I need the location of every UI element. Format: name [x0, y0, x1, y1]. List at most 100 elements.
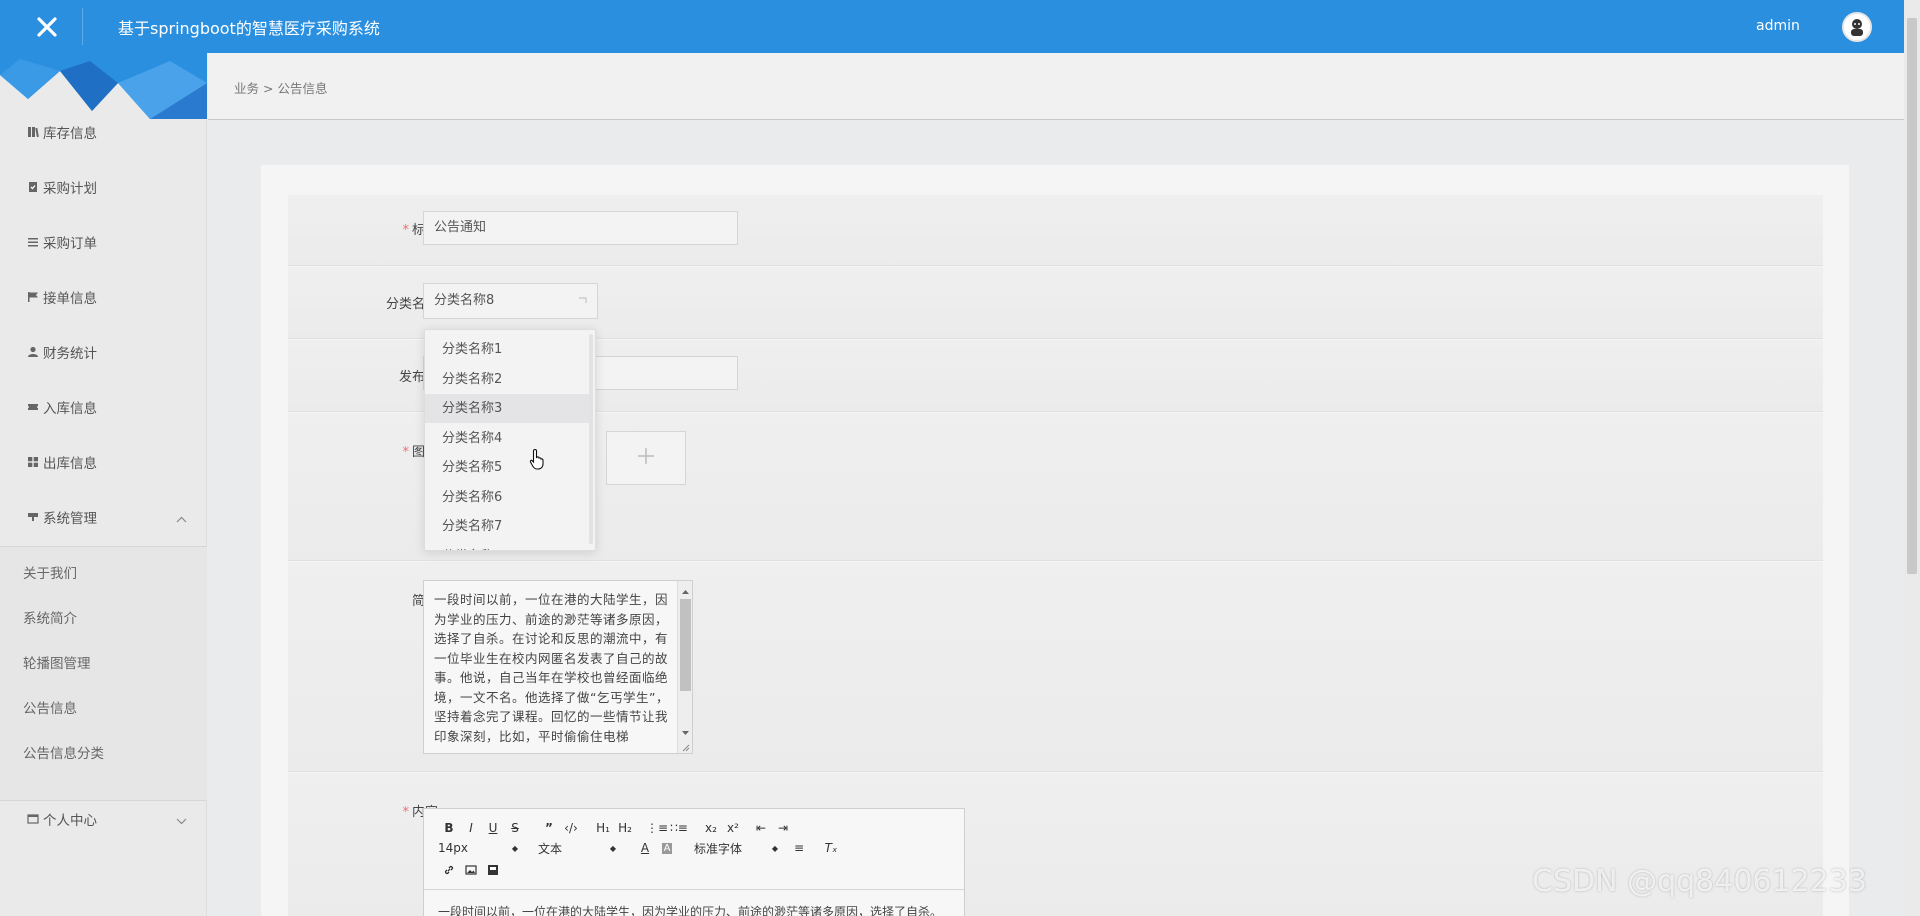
header-divider: [82, 8, 83, 45]
scroll-up-icon[interactable]: [681, 584, 690, 599]
dropdown-scrollbar[interactable]: [589, 334, 593, 544]
clipboard-icon: [26, 181, 39, 194]
link-icon[interactable]: [438, 861, 460, 879]
dropdown-option[interactable]: 分类名称6: [425, 483, 589, 512]
title-input[interactable]: 公告通知: [423, 211, 738, 245]
intro-label: 简介: [288, 590, 438, 609]
sidebar-item-label: 出库信息: [43, 456, 97, 472]
breadcrumb-parent[interactable]: 业务: [234, 81, 259, 96]
grid-icon: [26, 456, 39, 469]
sidebar-item-purchase-order[interactable]: 采购订单: [0, 224, 207, 260]
ticket-icon: [26, 401, 39, 414]
textarea-scroll-thumb[interactable]: [680, 599, 691, 691]
sidebar-item-system-admin[interactable]: 系统管理: [0, 499, 207, 535]
list-icon: [26, 236, 39, 249]
quote-icon[interactable]: ”: [538, 819, 560, 837]
sub-item-about-us[interactable]: 关于我们: [23, 559, 77, 589]
outdent-icon[interactable]: ⇤: [750, 819, 772, 837]
breadcrumb-separator: >: [263, 81, 274, 96]
category-select-value: 分类名称8: [434, 293, 495, 308]
sidebar-item-label: 个人中心: [43, 813, 97, 829]
avatar-icon: [1851, 19, 1863, 36]
user-name[interactable]: admin: [1756, 18, 1800, 34]
close-icon[interactable]: [28, 8, 66, 46]
sidebar-item-stock-in[interactable]: 入库信息: [0, 389, 207, 425]
sub-item-system-intro[interactable]: 系统简介: [23, 604, 77, 634]
textarea-scrollbar[interactable]: [677, 581, 692, 753]
image-upload-button[interactable]: [606, 431, 686, 485]
sidebar-item-stock-out[interactable]: 出库信息: [0, 444, 207, 480]
h1-icon[interactable]: H₁: [592, 819, 614, 837]
sub-item-announcement[interactable]: 公告信息: [23, 694, 77, 724]
sidebar-item-order-receipt[interactable]: 接单信息: [0, 279, 207, 315]
page-scrollbar[interactable]: [1904, 0, 1920, 916]
publisher-label: 发布人: [398, 370, 438, 385]
system-admin-submenu: 关于我们 系统简介 轮播图管理 公告信息 公告信息分类: [0, 546, 207, 801]
plus-icon: [636, 443, 656, 473]
category-label: 分类名称: [385, 297, 438, 312]
title-label: *标题: [402, 223, 438, 238]
id-card-icon: [26, 813, 39, 826]
flag-icon: [26, 291, 39, 304]
dropdown-option[interactable]: 分类名称7: [425, 512, 589, 541]
hand-cursor-icon: [529, 448, 547, 474]
intro-textarea[interactable]: 一段时间以前，一位在港的大陆学生，因为学业的压力、前途的渺茫等诸多原因，选择了自…: [423, 580, 693, 754]
category-dropdown: 分类名称1分类名称2分类名称3分类名称4分类名称5分类名称6分类名称7分类名称8: [424, 329, 596, 551]
editor-toolbar-row-2: 14px ◆ 文本 ◆ A A 标准字体 ◆ ≡ Tₓ: [438, 839, 842, 857]
resize-handle-icon[interactable]: [680, 741, 690, 753]
bullet-list-icon[interactable]: ∷≡: [668, 819, 690, 837]
avatar[interactable]: [1842, 12, 1872, 42]
bold-icon[interactable]: B: [438, 819, 460, 837]
form-row-title: *标题 公告通知: [288, 195, 1823, 266]
content-label: *内容: [402, 805, 438, 820]
font-color-icon[interactable]: A: [634, 839, 656, 857]
top-bar: 基于springboot的智慧医疗采购系统 admin: [0, 0, 1920, 53]
chevron-up-icon: [176, 511, 187, 527]
dropdown-option[interactable]: 分类名称1: [425, 335, 589, 364]
video-icon[interactable]: [482, 861, 504, 879]
sidebar-item-inventory[interactable]: 库存信息: [0, 114, 207, 150]
subscript-icon[interactable]: x₂: [700, 819, 722, 837]
sub-item-announcement-category[interactable]: 公告信息分类: [23, 739, 104, 769]
breadcrumb-bar: 业务 > 公告信息: [208, 53, 1920, 120]
editor-content-text[interactable]: 一段时间以前，一位在港的大陆学生，因为学业的压力、前途的渺茫等诸多原因，选择了自…: [438, 903, 942, 916]
sidebar-item-label: 财务统计: [43, 346, 97, 362]
font-family-select[interactable]: 标准字体 ◆: [694, 840, 778, 857]
dropdown-option[interactable]: 分类名称4: [425, 424, 589, 453]
sidebar-item-purchase-plan[interactable]: 采购计划: [0, 169, 207, 205]
sub-item-carousel[interactable]: 轮播图管理: [23, 649, 91, 679]
dropdown-option[interactable]: 分类名称2: [425, 365, 589, 394]
sidebar-item-label: 入库信息: [43, 401, 97, 417]
background-color-icon[interactable]: A: [656, 839, 678, 857]
watermark: CSDN @qq840612233: [1532, 864, 1867, 899]
category-select[interactable]: 分类名称8: [423, 283, 598, 319]
align-icon[interactable]: ≡: [788, 839, 810, 857]
page-scroll-thumb[interactable]: [1907, 18, 1917, 574]
dropdown-option[interactable]: 分类名称3: [425, 394, 589, 423]
clear-format-icon[interactable]: Tₓ: [820, 839, 842, 857]
italic-icon[interactable]: I: [460, 819, 482, 837]
app-title: 基于springboot的智慧医疗采购系统: [118, 19, 380, 38]
sidebar-banner: [0, 53, 207, 119]
font-size-select[interactable]: 14px ◆: [438, 841, 518, 855]
sidebar-item-personal-center[interactable]: 个人中心: [0, 801, 207, 837]
h2-icon[interactable]: H₂: [614, 819, 636, 837]
intro-text: 一段时间以前，一位在港的大陆学生，因为学业的压力、前途的渺茫等诸多原因，选择了自…: [434, 592, 669, 744]
indent-icon[interactable]: ⇥: [772, 819, 794, 837]
ordered-list-icon[interactable]: ⋮≡: [646, 819, 668, 837]
select-arrow-icon: [578, 284, 587, 318]
scroll-down-icon[interactable]: [681, 725, 690, 740]
underline-icon[interactable]: U: [482, 819, 504, 837]
rich-text-editor[interactable]: B I U S ” ‹/› H₁ H₂ ⋮≡ ∷≡ x₂ x² ⇤ ⇥ 14px…: [423, 808, 965, 916]
stamp-icon: [26, 511, 39, 524]
image-label: *图片: [402, 445, 438, 460]
code-icon[interactable]: ‹/›: [560, 819, 582, 837]
sidebar-item-label: 接单信息: [43, 291, 97, 307]
dropdown-option[interactable]: 分类名称5: [425, 453, 589, 482]
block-type-select[interactable]: 文本 ◆: [538, 840, 616, 857]
sidebar-item-finance[interactable]: 财务统计: [0, 334, 207, 370]
dropdown-option[interactable]: 分类名称8: [425, 542, 589, 551]
image-icon[interactable]: [460, 861, 482, 879]
superscript-icon[interactable]: x²: [722, 819, 744, 837]
strike-icon[interactable]: S: [504, 819, 526, 837]
